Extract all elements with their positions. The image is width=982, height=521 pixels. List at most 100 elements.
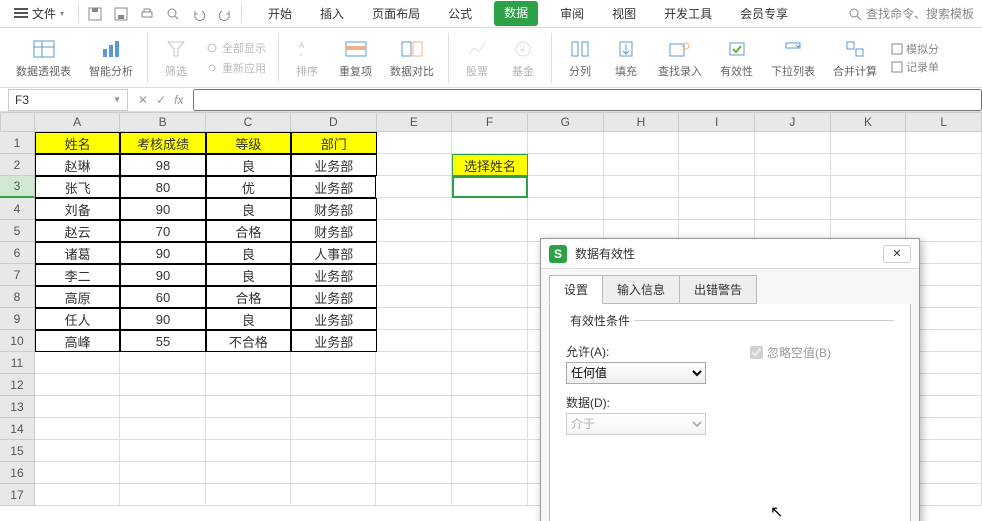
cell[interactable] [35,484,120,506]
cell[interactable]: 业务部 [291,176,376,198]
cell[interactable] [291,352,376,374]
cell[interactable] [452,308,528,330]
undo-icon[interactable] [191,6,207,22]
cell[interactable]: 业务部 [291,286,376,308]
tab-review[interactable]: 审阅 [554,1,590,26]
tab-view[interactable]: 视图 [606,1,642,26]
cell[interactable]: 刘备 [35,198,120,220]
cell[interactable] [452,198,528,220]
tab-dev[interactable]: 开发工具 [658,1,718,26]
cell[interactable] [376,484,452,506]
cell[interactable]: 不合格 [206,330,291,352]
cell[interactable] [120,440,205,462]
smart-analysis-button[interactable]: 智能分析 [81,35,141,81]
cell[interactable] [528,198,604,220]
cell[interactable]: 55 [120,330,205,352]
save-as-icon[interactable] [113,6,129,22]
fill-button[interactable]: 填充 [604,35,648,81]
cell[interactable]: 业务部 [291,264,376,286]
file-menu[interactable]: 文件 ▾ [8,3,70,24]
cell[interactable] [120,418,205,440]
cell[interactable]: 考核成绩 [120,132,205,154]
cell[interactable] [206,440,291,462]
cell[interactable] [831,198,907,220]
cell[interactable] [291,484,376,506]
cell[interactable] [452,264,528,286]
col-header[interactable]: E [377,112,453,132]
cell[interactable] [35,374,120,396]
print-preview-icon[interactable] [165,6,181,22]
col-header[interactable]: F [452,112,528,132]
row-header[interactable]: 11 [0,352,35,374]
tab-settings[interactable]: 设置 [549,275,603,304]
cell[interactable] [452,484,528,506]
row-header[interactable]: 3 [0,176,35,198]
cell[interactable]: 90 [120,264,205,286]
cell[interactable] [120,462,205,484]
cell[interactable] [120,396,205,418]
cell[interactable] [376,374,452,396]
cell[interactable] [679,154,755,176]
cell[interactable] [376,176,452,198]
row-header[interactable]: 13 [0,396,35,418]
compare-button[interactable]: 数据对比 [382,35,442,81]
select-all-corner[interactable] [0,112,35,132]
cell[interactable] [377,220,453,242]
cell[interactable] [377,132,453,154]
cell[interactable]: 诸葛 [35,242,120,264]
tab-member[interactable]: 会员专享 [734,1,794,26]
dropdown-list-button[interactable]: 下拉列表 [763,35,823,81]
cell[interactable]: 良 [206,154,291,176]
cell[interactable] [452,418,528,440]
cell[interactable] [206,374,291,396]
print-icon[interactable] [139,6,155,22]
cell[interactable] [528,132,604,154]
consolidate-button[interactable]: 合并计算 [825,35,885,81]
cell[interactable] [452,440,528,462]
col-header[interactable]: B [120,112,205,132]
pivot-table-button[interactable]: 数据透视表 [8,35,79,81]
cell[interactable] [377,264,453,286]
close-button[interactable]: ✕ [883,245,911,263]
cell[interactable]: 业务部 [291,154,376,176]
cell[interactable] [604,176,680,198]
dialog-titlebar[interactable]: S 数据有效性 ✕ [541,239,919,269]
cell[interactable] [206,484,291,506]
formula-input[interactable] [193,89,982,111]
cell[interactable]: 业务部 [291,308,376,330]
name-box[interactable]: F3 ▼ [8,89,128,111]
cell[interactable] [452,396,528,418]
row-header[interactable]: 1 [0,132,35,154]
cell[interactable]: 张飞 [35,176,120,198]
cell[interactable] [906,198,982,220]
row-header[interactable]: 6 [0,242,35,264]
cell[interactable] [452,176,528,198]
cell[interactable]: 财务部 [291,198,376,220]
cell[interactable] [377,308,453,330]
show-all-button[interactable]: 全部显示 [206,40,266,56]
row-header[interactable]: 8 [0,286,35,308]
cell[interactable] [831,154,907,176]
cell[interactable] [377,198,453,220]
cell[interactable]: 任人 [35,308,120,330]
record-button[interactable]: 记录单 [891,59,939,75]
cell[interactable]: 赵琳 [35,154,120,176]
cell[interactable] [679,132,755,154]
row-header[interactable]: 2 [0,154,35,176]
cell[interactable] [120,374,205,396]
cell[interactable] [906,176,982,198]
simulate-button[interactable]: 模拟分 [891,41,939,57]
cell[interactable] [377,242,453,264]
cell[interactable] [452,286,528,308]
cell[interactable]: 赵云 [35,220,120,242]
col-header[interactable]: K [831,112,907,132]
col-header[interactable]: A [35,112,120,132]
cell[interactable] [291,374,376,396]
ignore-blank-check[interactable]: 忽略空值(B) [750,344,831,361]
lookup-button[interactable]: 查找录入 [650,35,710,81]
cell[interactable]: 人事部 [291,242,376,264]
cell[interactable]: 合格 [206,286,291,308]
row-header[interactable]: 15 [0,440,35,462]
cell[interactable] [452,462,528,484]
cell[interactable]: 部门 [291,132,376,154]
